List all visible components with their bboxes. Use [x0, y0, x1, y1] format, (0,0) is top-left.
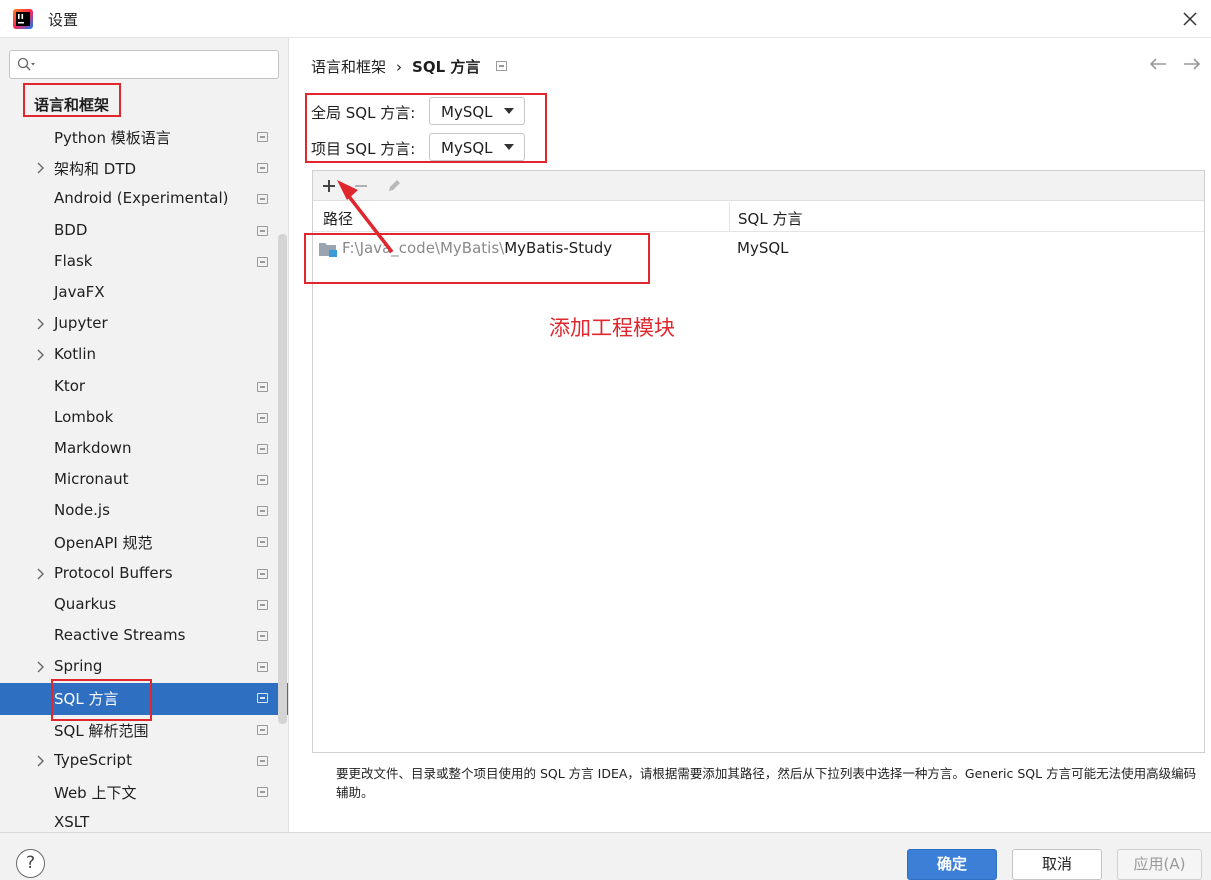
chevron-right-icon[interactable] [35, 661, 45, 673]
forward-arrow-icon[interactable] [1182, 55, 1202, 73]
sidebar-item-label: Protocol Buffers [54, 563, 173, 582]
chevron-right-icon[interactable] [35, 349, 45, 361]
project-scope-icon [257, 599, 268, 610]
sidebar-item[interactable]: XSLT [0, 808, 288, 832]
window-title: 设置 [48, 11, 79, 29]
sidebar-item[interactable]: OpenAPI 规范 [0, 527, 288, 558]
sidebar-item-label: Jupyter [54, 314, 108, 333]
search-icon [17, 57, 35, 71]
project-scope-icon [257, 132, 268, 142]
intellij-idea-icon [13, 9, 33, 29]
sidebar-item-label: Micronaut [54, 470, 129, 489]
sidebar-item-label: Kotlin [54, 345, 96, 364]
sidebar-item[interactable]: Jupyter [0, 309, 288, 340]
sidebar-item[interactable]: Web 上下文 [0, 777, 288, 808]
project-scope-icon [257, 693, 268, 704]
sidebar-item-label: Android (Experimental) [54, 189, 229, 208]
table-header: 路径 SQL 方言 [313, 202, 1204, 232]
annotation-text: 添加工程模块 [549, 316, 675, 340]
sidebar-item[interactable]: Android (Experimental) [0, 184, 288, 215]
dialect-cell[interactable]: MySQL [737, 239, 789, 257]
breadcrumb-parent[interactable]: 语言和框架 [311, 58, 386, 76]
help-hint-text: 要更改文件、目录或整个项目使用的 SQL 方言 IDEA，请根据需要添加其路径，… [336, 766, 1197, 800]
project-scope-icon [257, 163, 268, 174]
breadcrumb-current: SQL 方言 [412, 58, 481, 76]
project-scope-icon [257, 194, 268, 205]
sidebar-item[interactable]: 架构和 DTD [0, 153, 288, 184]
table-toolbar [313, 171, 1204, 201]
sidebar-item[interactable]: Kotlin [0, 340, 288, 371]
sidebar-item-label: JavaFX [54, 282, 105, 301]
sidebar-item[interactable]: Quarkus [0, 590, 288, 621]
project-scope-icon [257, 537, 268, 548]
annotation-box-section [23, 83, 121, 117]
sidebar-item-label: 架构和 DTD [54, 160, 137, 179]
project-scope-icon [257, 724, 268, 735]
project-scope-icon [257, 256, 268, 267]
sidebar-item[interactable]: Ktor [0, 372, 288, 403]
help-button[interactable]: ? [16, 849, 45, 878]
sidebar-item-label: Ktor [54, 376, 86, 395]
ok-button[interactable]: 确定 [907, 849, 997, 880]
chevron-right-icon[interactable] [35, 162, 45, 174]
project-scope-icon [257, 225, 268, 236]
sidebar-item-label: Python 模板语言 [54, 129, 171, 147]
sidebar-item-label: SQL 解析范围 [54, 721, 149, 740]
chevron-right-icon[interactable] [35, 318, 45, 330]
column-header-dialect[interactable]: SQL 方言 [738, 208, 802, 229]
title-bar: 设置 [0, 0, 1211, 38]
sidebar-item-label: XSLT [54, 813, 90, 832]
sidebar-item-label: Flask [54, 251, 93, 270]
sidebar-item-label: Markdown [54, 438, 132, 457]
sidebar-item[interactable]: Flask [0, 247, 288, 278]
apply-button[interactable]: 应用(A) [1117, 849, 1202, 880]
search-input[interactable] [42, 54, 272, 75]
annotation-arrow-icon [337, 180, 394, 254]
sidebar-item-label: Quarkus [54, 594, 117, 613]
sidebar-nav-list: Python 模板语言 架构和 DTD Android (Experimental)… [0, 122, 288, 832]
sidebar-item-label: Node.js [54, 501, 110, 520]
sidebar-item[interactable]: Node.js [0, 496, 288, 527]
sidebar-item-label: Web 上下文 [54, 783, 137, 802]
cancel-button[interactable]: 取消 [1012, 849, 1102, 880]
project-scope-icon [257, 631, 268, 641]
project-scope-icon [257, 412, 268, 423]
sidebar-item[interactable]: Protocol Buffers [0, 559, 288, 590]
close-icon[interactable] [1177, 6, 1203, 32]
sidebar-item-label: Lombok [54, 407, 114, 426]
back-arrow-icon[interactable] [1148, 55, 1168, 73]
project-scope-icon [496, 61, 507, 71]
sidebar-item-label: OpenAPI 规范 [54, 534, 153, 553]
annotation-box-dialects [305, 93, 547, 163]
sidebar-item[interactable]: Markdown [0, 434, 288, 465]
chevron-right-icon[interactable] [35, 755, 45, 767]
dialog-footer: ? 确定 取消 应用(A) [0, 832, 1211, 880]
sidebar-item[interactable]: BDD [0, 216, 288, 247]
project-scope-icon [257, 475, 268, 486]
sidebar-item[interactable]: Lombok [0, 403, 288, 434]
sidebar-item-label: Reactive Streams [54, 626, 186, 644]
sidebar-scrollbar[interactable] [278, 234, 287, 724]
sidebar-item-label: TypeScript [54, 750, 132, 769]
sidebar-item-label: BDD [54, 220, 88, 239]
project-scope-icon [257, 786, 268, 797]
project-scope-icon [257, 443, 268, 454]
project-scope-icon [257, 568, 268, 579]
settings-search[interactable] [9, 50, 279, 79]
sidebar-item[interactable]: Python 模板语言 [0, 122, 288, 153]
sidebar-item[interactable]: Micronaut [0, 465, 288, 496]
breadcrumb-separator: › [396, 58, 403, 76]
breadcrumb: 语言和框架 › SQL 方言 [311, 56, 480, 77]
project-scope-icon [257, 506, 268, 517]
annotation-box-sql-dialect [51, 679, 152, 721]
sidebar-item[interactable]: TypeScript [0, 746, 288, 777]
sidebar-item-label: Spring [54, 657, 103, 676]
project-scope-icon [257, 755, 268, 766]
sidebar-item[interactable]: Reactive Streams [0, 621, 288, 652]
sidebar-item[interactable]: JavaFX [0, 278, 288, 309]
project-scope-icon [257, 381, 268, 392]
column-divider[interactable] [729, 202, 730, 232]
chevron-right-icon[interactable] [35, 568, 45, 580]
project-scope-icon [257, 662, 268, 673]
